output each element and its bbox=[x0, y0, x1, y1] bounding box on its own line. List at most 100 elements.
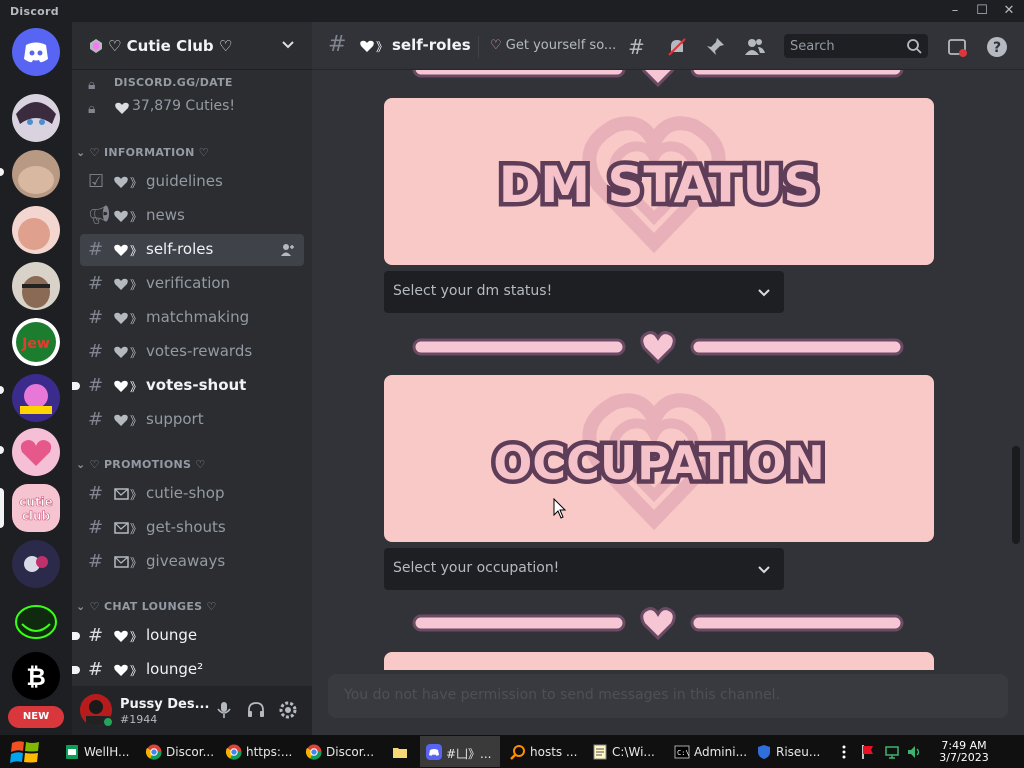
unread-pill bbox=[0, 446, 4, 454]
channel-matchmaking[interactable]: # 》 matchmaking bbox=[80, 302, 304, 334]
svg-text:》: 》 bbox=[130, 210, 142, 223]
category-information[interactable]: ⌄ ♡ INFORMATION ♡ bbox=[76, 146, 209, 166]
server-icon-trollface[interactable] bbox=[12, 596, 60, 644]
envelope-emoji-icon: 》 bbox=[114, 556, 142, 569]
channel-label: get-shouts bbox=[146, 518, 226, 536]
discord-icon bbox=[426, 744, 442, 760]
server-icon-anime-avatar[interactable] bbox=[12, 94, 60, 142]
hash-icon: # bbox=[88, 551, 104, 572]
server-icon-kitten-paradise[interactable] bbox=[12, 374, 60, 422]
chevron-down-icon: ⌄ bbox=[76, 458, 90, 471]
scrollbar-thumb[interactable] bbox=[1012, 446, 1020, 544]
add-member-icon[interactable] bbox=[280, 242, 296, 258]
taskbar-item-wellh[interactable]: WellH... bbox=[58, 736, 138, 767]
next-banner-partial bbox=[384, 652, 934, 670]
unread-pill bbox=[0, 386, 4, 394]
taskbar-item-riseup[interactable]: Riseu... bbox=[750, 736, 828, 767]
channel-label: matchmaking bbox=[146, 308, 250, 326]
taskbar-item-admin-cmd[interactable]: C:\ Admini... bbox=[668, 736, 747, 767]
channel-news[interactable]: 📢︎ 》 news bbox=[80, 200, 304, 232]
volume-icon[interactable] bbox=[906, 744, 922, 760]
server-icon-photo-1[interactable] bbox=[12, 150, 60, 198]
hash-icon: # bbox=[88, 483, 104, 504]
windows-taskbar: WellH... Discor... https:... Discor... #… bbox=[0, 735, 1024, 768]
threads-icon[interactable]: # bbox=[626, 36, 648, 58]
channel-votes-rewards[interactable]: # 》 votes-rewards bbox=[80, 336, 304, 368]
microphone-icon[interactable] bbox=[214, 700, 234, 720]
server-icon-heart[interactable] bbox=[12, 428, 60, 476]
maximize-button[interactable]: ☐ bbox=[967, 0, 997, 22]
server-icon-mountain-jew[interactable]: Jew bbox=[12, 318, 60, 366]
channel-votes-shout[interactable]: # 》 votes-shout bbox=[72, 370, 304, 402]
dm-status-select[interactable]: Select your dm status! bbox=[384, 271, 784, 313]
decorative-divider bbox=[412, 607, 904, 641]
svg-text:》: 》 bbox=[130, 488, 142, 501]
channel-get-shouts[interactable]: # 》 get-shouts bbox=[80, 512, 304, 544]
server-icon-cutie-club[interactable]: cutie club bbox=[12, 484, 60, 532]
flag-icon[interactable] bbox=[860, 744, 876, 760]
svg-text:》: 》 bbox=[130, 278, 142, 291]
svg-text:Jew: Jew bbox=[21, 336, 50, 352]
server-boost-icon bbox=[90, 39, 102, 53]
start-button-icon[interactable] bbox=[8, 737, 42, 767]
category-chat-lounges[interactable]: ⌄ ♡ CHAT LOUNGES ♡ bbox=[76, 600, 217, 620]
channel-lounge-2[interactable]: # 》 lounge² bbox=[72, 654, 304, 686]
new-badge[interactable]: NEW bbox=[8, 706, 64, 728]
svg-text:cutie: cutie bbox=[19, 495, 53, 509]
channel-guidelines[interactable]: ☑ 》 guidelines bbox=[80, 166, 304, 198]
channel-cutie-shop[interactable]: # 》 cutie-shop bbox=[80, 478, 304, 510]
network-icon[interactable] bbox=[884, 744, 900, 760]
taskbar-item-discord-chrome-2[interactable]: Discor... bbox=[300, 736, 378, 767]
taskbar-item-notepad[interactable]: C:\Wi... bbox=[586, 736, 664, 767]
hash-icon: # bbox=[88, 659, 104, 680]
topic-text: Get yourself so... bbox=[505, 38, 617, 53]
search-placeholder: Search bbox=[790, 39, 835, 54]
more-options-icon[interactable] bbox=[836, 744, 852, 760]
pin-icon[interactable] bbox=[704, 36, 726, 58]
server-icon-photo-2[interactable] bbox=[12, 206, 60, 254]
occupation-select[interactable]: Select your occupation! bbox=[384, 548, 784, 590]
taskbar-item-discord-chrome-1[interactable]: Discor... bbox=[140, 736, 218, 767]
system-clock[interactable]: 7:49 AM 3/7/2023 bbox=[934, 740, 994, 764]
headphones-icon[interactable] bbox=[246, 700, 266, 720]
category-label: ♡ CHAT LOUNGES ♡ bbox=[89, 600, 217, 613]
server-icon-bitcoin[interactable]: ₿ bbox=[12, 652, 60, 700]
help-icon[interactable]: ? bbox=[986, 36, 1008, 58]
channel-giveaways[interactable]: # 》 giveaways bbox=[80, 546, 304, 578]
taskbar-item-hosts-search[interactable]: hosts ... bbox=[504, 736, 582, 767]
svg-text:》: 》 bbox=[130, 346, 142, 359]
cmd-icon: C:\ bbox=[674, 745, 690, 759]
settings-gear-icon[interactable] bbox=[278, 700, 298, 720]
channel-member-count[interactable]: 🔒︎ 37,879 Cuties! bbox=[80, 92, 304, 124]
channel-title: self-roles bbox=[392, 36, 471, 54]
composer-disabled-box: You do not have permission to send messa… bbox=[328, 674, 1008, 718]
user-tag: #1944 bbox=[120, 713, 158, 726]
direct-messages-button[interactable] bbox=[12, 28, 60, 76]
inbox-icon[interactable] bbox=[946, 36, 968, 58]
channel-support[interactable]: # 》 support bbox=[80, 404, 304, 436]
channel-lounge[interactable]: # 》 lounge bbox=[72, 620, 304, 652]
category-promotions[interactable]: ⌄ ♡ PROMOTIONS ♡ bbox=[76, 458, 206, 478]
channel-self-roles[interactable]: # 》 self-roles bbox=[80, 234, 304, 266]
hash-icon: # bbox=[88, 375, 104, 396]
lock-icon: 🔒︎ bbox=[88, 101, 96, 117]
member-list-icon[interactable] bbox=[744, 36, 766, 58]
hash-icon: # bbox=[88, 239, 104, 260]
taskbar-item-discord-app[interactable]: #凵》... bbox=[420, 736, 500, 767]
username: Pussy Des... bbox=[120, 697, 210, 712]
server-icon-photo-3[interactable] bbox=[12, 262, 60, 310]
guild-header[interactable]: ♡ Cutie Club ♡ bbox=[72, 22, 312, 70]
chevron-down-icon bbox=[282, 41, 294, 49]
decorative-divider bbox=[412, 331, 904, 365]
server-icon-dark-moon[interactable] bbox=[12, 540, 60, 588]
channel-verification[interactable]: # 》 verification bbox=[80, 268, 304, 300]
taskbar-item-file-explorer[interactable] bbox=[386, 736, 416, 767]
notification-muted-icon[interactable] bbox=[666, 36, 688, 58]
channel-topic[interactable]: ♡ Get yourself so... bbox=[490, 38, 616, 53]
shield-icon bbox=[758, 745, 770, 759]
close-button[interactable]: ✕ bbox=[994, 0, 1024, 22]
search-box[interactable]: Search bbox=[784, 34, 928, 58]
minimize-button[interactable]: – bbox=[940, 0, 970, 22]
discord-logo-icon bbox=[24, 42, 48, 63]
taskbar-item-https-chrome[interactable]: https:... bbox=[220, 736, 298, 767]
